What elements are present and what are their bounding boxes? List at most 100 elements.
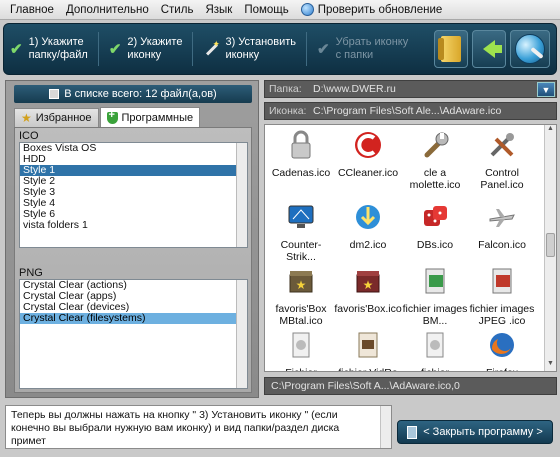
ico-listbox[interactable]: Boxes Vista OS HDD Style 1 Style 2 Style 3 St…	[19, 142, 248, 248]
selected-icon-path: C:\Program Files\Soft A...\AdAware.ico,0	[264, 377, 557, 395]
step-button-4[interactable]: ✔ Убрать иконку с папки	[311, 24, 414, 74]
icon-filename: fichier images BM...	[402, 303, 468, 327]
icon-cell[interactable]: cle a molette.ico	[401, 129, 469, 191]
document-icon	[292, 332, 310, 358]
box-star-red-icon: ★	[356, 271, 380, 293]
icon-cell[interactable]: fichier VidRo	[334, 329, 402, 371]
scroll-up-icon[interactable]: ▲	[545, 125, 556, 136]
firefox-icon	[490, 333, 514, 357]
icon-filename: fichier	[401, 367, 469, 371]
back-arrow-icon	[483, 40, 502, 58]
step-button-3[interactable]: 3) Установить иконку	[197, 24, 302, 74]
png-listbox[interactable]: Crystal Clear (actions) Crystal Clear (ap…	[19, 279, 248, 389]
folder-path: D:\www.DWER.ru	[313, 83, 396, 95]
folder-icon	[438, 36, 461, 62]
folder-button[interactable]	[434, 30, 468, 68]
menu-item-5[interactable]: Проверить обновление	[295, 3, 449, 16]
menu-item-label: Проверить обновление	[317, 3, 443, 16]
wrench-icon	[424, 132, 449, 158]
close-program-label: < Закрыть программу >	[423, 426, 543, 438]
exit-icon	[407, 425, 418, 439]
icon-cell[interactable]: Firefox	[468, 329, 536, 371]
tab-programs-label: Программные	[121, 111, 194, 124]
scroll-down-icon[interactable]: ▼	[545, 360, 556, 371]
video-file-icon	[358, 332, 378, 358]
toolbar-separator	[306, 32, 308, 66]
tab-favorites-label: Избранное	[35, 112, 92, 124]
icon-cell[interactable]: ★ favoris'Box.ico	[334, 265, 402, 315]
icon-filename: Control Panel.ico	[480, 167, 524, 191]
png-scrollbar[interactable]	[236, 280, 247, 388]
menu-bar: Главное Дополнительно Стиль Язык Помощь Прове…	[0, 0, 560, 20]
tools-icon	[490, 133, 514, 157]
monitor-icon	[288, 205, 314, 228]
step-label: Убрать иконку с папки	[335, 36, 409, 61]
menu-item-3[interactable]: Язык	[199, 4, 238, 16]
icon-cell[interactable]: Counter-Strik...	[267, 201, 335, 263]
icon-cell[interactable]: ★ favoris'Box MBtal.ico	[267, 265, 335, 327]
icon-cell[interactable]: Cadenas.ico	[267, 129, 335, 179]
tab-programs[interactable]: Программные	[99, 107, 201, 127]
icon-cell[interactable]: Control Panel.ico	[468, 129, 536, 191]
list-item[interactable]: Crystal Clear (filesystems)	[20, 313, 247, 324]
toolbar-separator	[192, 32, 194, 66]
icon-filename: DBs.ico	[416, 239, 454, 251]
list-item[interactable]: vista folders 1	[20, 220, 247, 231]
download-globe-icon	[356, 205, 380, 229]
menu-item-label: Дополнительно	[65, 3, 149, 16]
check-icon: ✔	[317, 40, 330, 58]
step-label: 2) Укажите иконку	[127, 36, 183, 61]
list-icon	[49, 89, 60, 99]
icon-filename: Falcon.ico	[478, 239, 526, 251]
list-item[interactable]: Boxes Vista OS	[20, 143, 247, 154]
menu-item-4[interactable]: Помощь	[238, 4, 294, 16]
close-program-button[interactable]: < Закрыть программу >	[397, 420, 553, 444]
icon-grid: Cadenas.ico CCleaner.ico cle a molette.ico…	[264, 124, 557, 372]
icon-filename: fichier images JPEG .ico	[469, 303, 535, 327]
toolbar-separator	[97, 32, 99, 66]
ico-group-label: ICO	[19, 130, 39, 142]
image-file-green-icon	[425, 268, 445, 294]
icon-filename: Counter-Strik...	[280, 239, 322, 263]
left-panel: В списке всего: 12 файл(а,ов) ★ Избранно…	[5, 80, 259, 398]
folder-path-row: Папка: D:\www.DWER.ru ▼	[264, 80, 557, 98]
icon-grid-scrollbar[interactable]: ▲ ▼	[544, 125, 556, 371]
scroll-thumb[interactable]	[546, 233, 555, 257]
hint-text-box: Теперь вы должны нажать на кнопку " 3) У…	[5, 405, 392, 449]
folder-label: Папка:	[269, 83, 302, 95]
document-icon	[426, 332, 444, 358]
icon-cell[interactable]: fichier images JPEG .ico	[468, 265, 536, 327]
step-button-1[interactable]: ✔ 1) Укажите папку/файл	[4, 24, 94, 74]
tab-favorites[interactable]: ★ Избранное	[14, 108, 99, 127]
icon-label: Иконка:	[269, 105, 307, 117]
icon-path-row: Иконка: C:\Program Files\Soft Ale...\AdA…	[264, 102, 557, 120]
icon-cell[interactable]: dm2.ico	[334, 201, 402, 251]
check-icon: ✔	[10, 40, 23, 58]
icon-cell[interactable]: CCleaner.ico	[334, 129, 402, 179]
ico-scrollbar[interactable]	[236, 143, 247, 247]
menu-item-label: Язык	[205, 3, 233, 16]
dice-icon	[424, 206, 447, 226]
back-button[interactable]	[472, 30, 506, 68]
download-button[interactable]: ▼	[537, 82, 555, 97]
step-label: 1) Укажите папку/файл	[28, 36, 88, 61]
icon-cell[interactable]: Falcon.ico	[468, 201, 536, 251]
icon-filename: fichier VidRo	[334, 367, 402, 371]
icon-cell[interactable]: fichier images BM...	[401, 265, 469, 327]
padlock-icon	[291, 130, 311, 159]
search-web-button[interactable]	[510, 30, 550, 68]
menu-item-label: Главное	[10, 3, 54, 16]
menu-item-label: Помощь	[244, 3, 289, 16]
tab-body: ICO Boxes Vista OS HDD Style 1 Style 2 Style…	[14, 127, 252, 393]
icon-path: C:\Program Files\Soft Ale...\AdAware.ico	[313, 105, 502, 117]
icon-cell[interactable]: Fichier	[267, 329, 335, 371]
menu-item-0[interactable]: Главное	[4, 4, 60, 16]
right-panel: Папка: D:\www.DWER.ru ▼ Иконка: C:\Progr…	[264, 80, 557, 398]
menu-item-2[interactable]: Стиль	[155, 4, 200, 16]
menu-item-1[interactable]: Дополнительно	[60, 4, 155, 16]
hint-scrollbar[interactable]	[380, 406, 391, 448]
step-button-2[interactable]: ✔ 2) Укажите иконку	[103, 24, 189, 74]
icon-cell[interactable]: DBs.ico	[401, 201, 469, 251]
icon-filename: Cadenas.ico	[271, 167, 331, 179]
icon-cell[interactable]: fichier	[401, 329, 469, 371]
